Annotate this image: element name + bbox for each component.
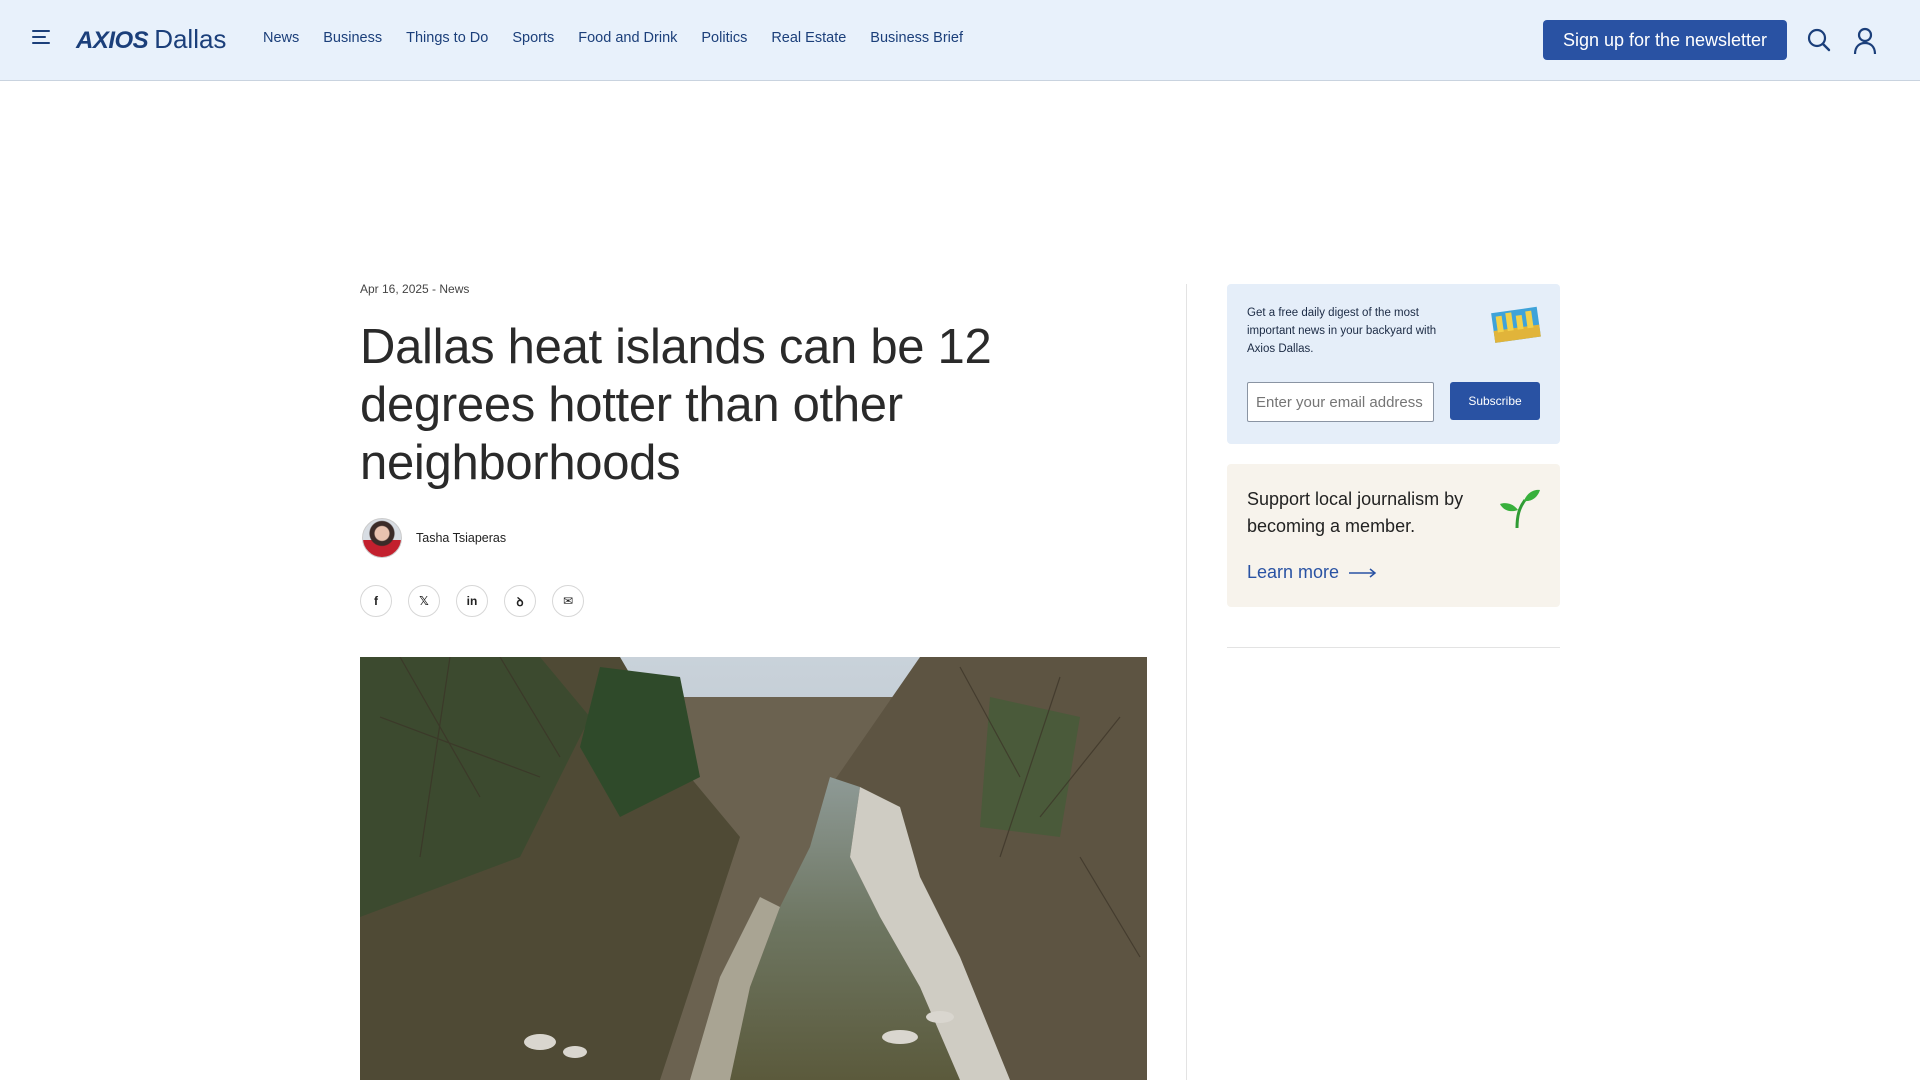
nav-link-politics[interactable]: Politics bbox=[701, 30, 747, 46]
nav-link-things-to-do[interactable]: Things to Do bbox=[406, 30, 488, 46]
nav-link-sports[interactable]: Sports bbox=[512, 30, 554, 46]
learn-more-link[interactable]: Learn more bbox=[1247, 562, 1377, 583]
author-name[interactable]: Tasha Tsiaperas bbox=[416, 531, 506, 545]
arrow-right-icon bbox=[1349, 567, 1377, 578]
postcard-illustration bbox=[1485, 304, 1545, 346]
nav-link-business[interactable]: Business bbox=[323, 30, 382, 46]
facebook-icon[interactable]: f bbox=[360, 585, 392, 617]
nav-link-real-estate[interactable]: Real Estate bbox=[771, 30, 846, 46]
subscribe-button[interactable]: Subscribe bbox=[1450, 382, 1540, 420]
hero-image bbox=[360, 657, 1147, 1080]
article-meta: Apr 16, 2025 - News bbox=[360, 282, 470, 296]
promo-text: Get a free daily digest of the most impo… bbox=[1247, 307, 1437, 355]
author-byline: Tasha Tsiaperas bbox=[362, 518, 506, 558]
email-icon[interactable]: ✉ bbox=[552, 585, 584, 617]
newsletter-promo: Get a free daily digest of the most impo… bbox=[1227, 284, 1560, 444]
logo-city: Dallas bbox=[154, 24, 227, 54]
author-avatar[interactable] bbox=[362, 518, 402, 558]
threads-icon[interactable]: ꝺ bbox=[504, 585, 536, 617]
membership-promo: Support local journalism by becoming a m… bbox=[1227, 464, 1560, 607]
nav-link-food-and-drink[interactable]: Food and Drink bbox=[578, 30, 677, 46]
x-icon[interactable]: 𝕏 bbox=[408, 585, 440, 617]
column-divider bbox=[1186, 284, 1187, 1080]
sprout-icon bbox=[1497, 486, 1541, 530]
email-field[interactable] bbox=[1247, 382, 1434, 422]
article-title: Dallas heat islands can be 12 degrees ho… bbox=[360, 320, 992, 490]
logo-brand: AXIOS bbox=[76, 27, 149, 54]
main-nav: News Business Things to Do Sports Food a… bbox=[263, 30, 987, 46]
site-logo[interactable]: AXIOS Dallas bbox=[76, 24, 226, 56]
search-icon[interactable] bbox=[1806, 27, 1832, 53]
user-icon[interactable] bbox=[1852, 27, 1878, 55]
member-text: Support local journalism by becoming a m… bbox=[1247, 489, 1464, 536]
linkedin-icon[interactable]: in bbox=[456, 585, 488, 617]
nav-link-news[interactable]: News bbox=[263, 30, 299, 46]
newsletter-signup-button[interactable]: Sign up for the newsletter bbox=[1543, 20, 1787, 60]
share-bar: f 𝕏 in ꝺ ✉ bbox=[360, 585, 584, 617]
learn-more-label: Learn more bbox=[1247, 562, 1340, 582]
menu-icon[interactable] bbox=[32, 30, 54, 50]
site-header: AXIOS Dallas News Business Things to Do … bbox=[0, 0, 1920, 81]
nav-link-business-brief[interactable]: Business Brief bbox=[870, 30, 963, 46]
sidebar-divider bbox=[1227, 647, 1560, 648]
